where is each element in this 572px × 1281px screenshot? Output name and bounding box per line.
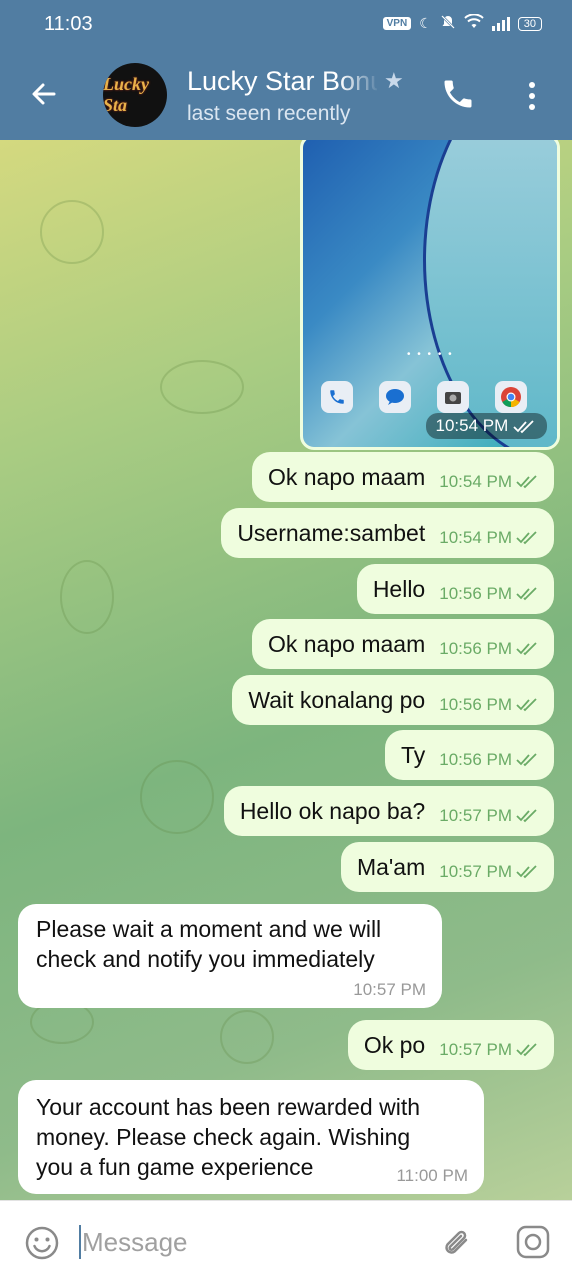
outgoing-message[interactable]: Username:sambet 10:54 PM xyxy=(221,508,554,558)
outgoing-message[interactable]: Hello 10:56 PM xyxy=(356,564,554,614)
back-arrow-icon[interactable] xyxy=(28,78,60,110)
double-check-icon xyxy=(516,531,537,545)
image-timestamp: 10:54 PM xyxy=(425,413,547,439)
incoming-message[interactable]: Please wait a moment and we will check a… xyxy=(18,904,442,1008)
battery-icon: 30 xyxy=(517,16,542,31)
status-bar: 11:03 VPN ☾ 30 xyxy=(0,0,572,50)
chrome-app-icon xyxy=(495,381,527,413)
outgoing-message[interactable]: Ok napo maam 10:56 PM xyxy=(251,619,554,669)
status-time: 11:03 xyxy=(44,13,93,35)
double-check-icon xyxy=(516,809,537,823)
last-seen-status: last seen recently xyxy=(187,102,351,125)
avatar[interactable]: Lucky Sta xyxy=(103,63,167,127)
chat-area[interactable]: • • • • • 10:54 PM Ok napo maam 10:54 PM… xyxy=(0,140,572,1200)
avatar-logo: Lucky Sta xyxy=(103,74,149,115)
status-icons: VPN ☾ 30 xyxy=(382,13,542,33)
incoming-message[interactable]: Your account has been rewarded with mone… xyxy=(18,1080,484,1194)
moon-icon: ☾ xyxy=(419,15,432,31)
outgoing-message[interactable]: Ma'am 10:57 PM xyxy=(340,842,554,892)
signal-icon xyxy=(491,16,510,31)
phone-call-icon[interactable] xyxy=(440,76,476,112)
star-icon: ★ xyxy=(384,68,404,93)
double-check-icon xyxy=(516,698,537,712)
double-check-icon xyxy=(516,475,537,489)
outgoing-message[interactable]: Ok napo maam 10:54 PM xyxy=(251,452,554,502)
camera-app-icon xyxy=(437,381,469,413)
message-input[interactable] xyxy=(80,1221,424,1263)
double-check-icon xyxy=(516,642,537,656)
more-vertical-icon[interactable] xyxy=(522,78,542,114)
outgoing-message[interactable]: Ty 10:56 PM xyxy=(384,730,554,780)
double-check-icon xyxy=(516,865,537,879)
double-check-icon xyxy=(516,587,537,601)
double-check-icon xyxy=(516,753,537,767)
vpn-icon: VPN xyxy=(382,17,412,30)
double-check-icon xyxy=(516,1043,537,1057)
bell-off-icon xyxy=(440,14,456,33)
outgoing-message[interactable]: Hello ok napo ba? 10:57 PM xyxy=(223,786,554,836)
image-message[interactable]: • • • • • 10:54 PM xyxy=(300,140,560,450)
outgoing-message[interactable]: Wait konalang po 10:56 PM xyxy=(232,675,554,725)
emoji-icon[interactable] xyxy=(24,1225,60,1261)
messages-app-icon xyxy=(379,381,411,413)
chat-header: Lucky Sta Lucky Star Bonus ★ last seen r… xyxy=(0,50,572,140)
page-dots: • • • • • xyxy=(407,349,454,360)
camera-icon[interactable] xyxy=(515,1224,551,1260)
paperclip-icon[interactable] xyxy=(440,1225,476,1261)
phone-app-icon xyxy=(321,381,353,413)
wifi-icon xyxy=(464,13,484,33)
outgoing-message[interactable]: Ok po 10:57 PM xyxy=(347,1020,554,1070)
message-composer xyxy=(0,1200,572,1281)
